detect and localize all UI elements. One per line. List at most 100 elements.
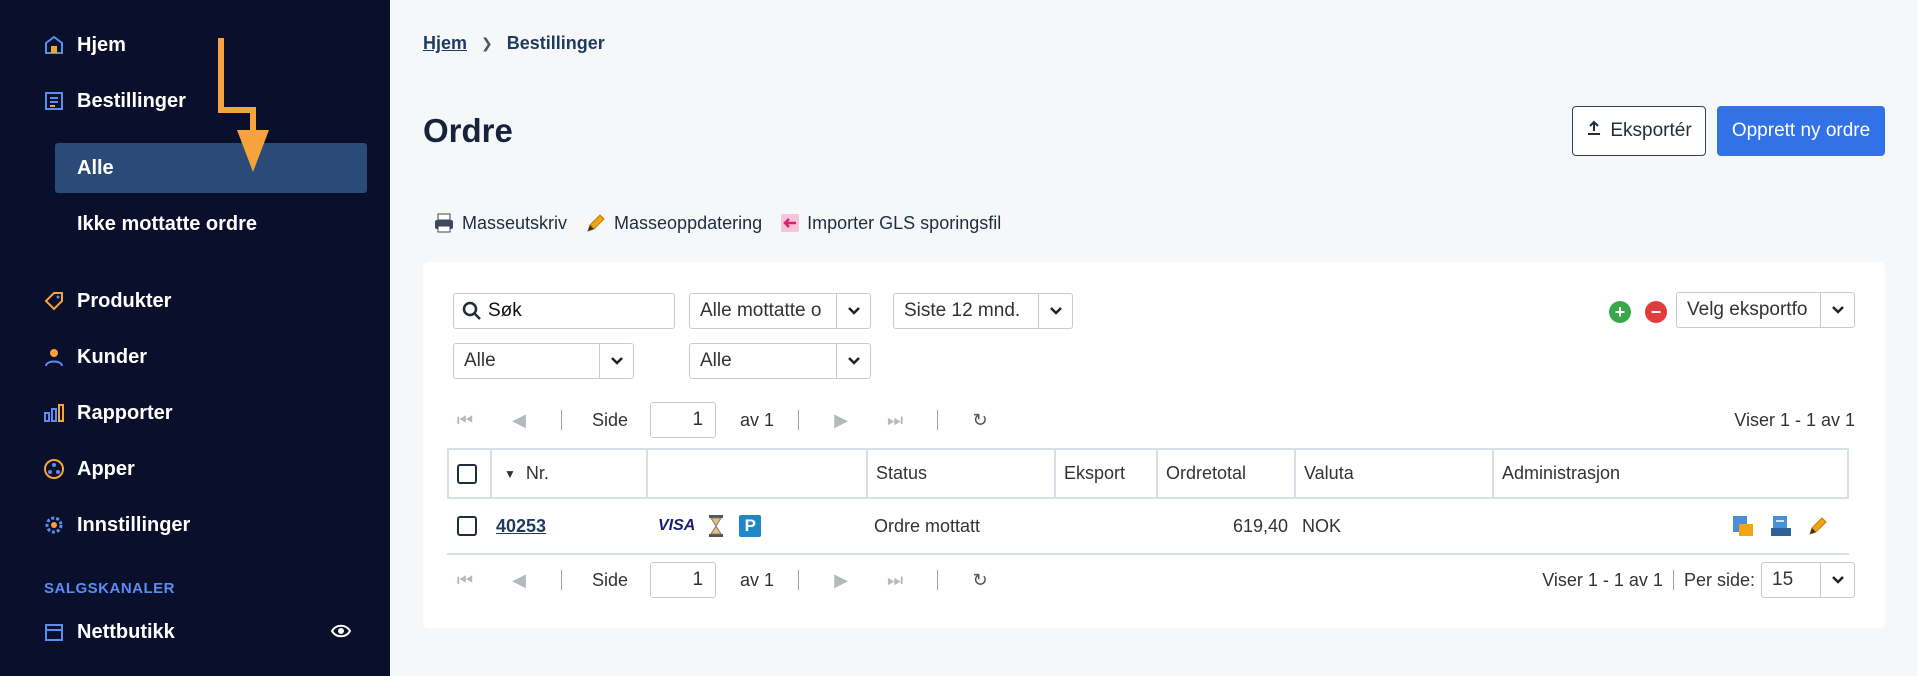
gear-icon: [42, 513, 66, 537]
sidebar-item-rapporter[interactable]: Rapporter: [42, 401, 173, 425]
select-all-checkbox[interactable]: [457, 463, 477, 484]
first-page-icon[interactable]: ⏮: [453, 410, 477, 431]
export-format-value: Velg eksportfo: [1687, 299, 1808, 320]
breadcrumb-home-link[interactable]: Hjem: [423, 33, 467, 54]
sidebar-item-hjem[interactable]: Hjem: [42, 33, 126, 57]
next-page-icon[interactable]: ▶: [829, 570, 853, 591]
pager-summary: Viser 1 - 1 av 1: [1734, 409, 1855, 430]
column-nr-label: Nr.: [525, 463, 549, 483]
column-status[interactable]: Status: [868, 450, 1056, 497]
sidebar-sub-label: Ikke mottatte ordre: [77, 212, 258, 235]
page-number-input[interactable]: 1: [650, 562, 717, 598]
tag-icon: [42, 289, 66, 313]
divider: [937, 570, 939, 590]
per-page-select[interactable]: 15: [1761, 562, 1855, 598]
prev-page-icon[interactable]: ◀: [507, 410, 531, 431]
divider: [561, 570, 562, 590]
sidebar-item-label: Nettbutikk: [77, 620, 175, 643]
annotation-arrow: [218, 38, 269, 172]
first-page-icon[interactable]: ⏮: [453, 570, 477, 591]
page-of-label: av 1: [740, 409, 775, 430]
import-gls-action[interactable]: Importer GLS sporingsfil: [780, 213, 1001, 234]
sidebar-item-nettbutikk[interactable]: Nettbutikk: [42, 620, 175, 644]
page-number-input[interactable]: 1: [650, 402, 717, 438]
export-button[interactable]: Eksportér: [1572, 106, 1706, 156]
breadcrumb-current: Bestillinger: [506, 33, 605, 53]
per-page-label: Per side:: [1683, 569, 1755, 590]
sidebar-item-kunder[interactable]: Kunder: [42, 345, 147, 369]
status-filter-value: Alle mottatte o: [700, 300, 822, 321]
mass-update-label: Masseoppdatering: [614, 212, 763, 233]
column-nr[interactable]: ▼ Nr.: [492, 450, 648, 497]
mass-update-action[interactable]: Masseoppdatering: [585, 212, 762, 234]
status-filter-select[interactable]: Alle mottatte o: [689, 293, 871, 329]
user-icon: [42, 345, 66, 369]
table-row[interactable]: 40253 VISA P Ordre mottatt 619,40 NOK: [447, 499, 1849, 555]
search-input-value: Søk: [488, 300, 522, 321]
mass-print-label: Masseutskriv: [462, 212, 568, 233]
sidebar: Hjem Bestillinger Alle Ikke mottatte ord…: [0, 0, 390, 676]
sidebar-item-produkter[interactable]: Produkter: [42, 289, 171, 313]
column-valuta[interactable]: Valuta: [1296, 450, 1494, 497]
divider: [937, 410, 939, 430]
sidebar-item-bestillinger[interactable]: Bestillinger: [42, 89, 186, 113]
sidebar-sub-ikke-mottatte[interactable]: Ikke mottatte ordre: [55, 199, 367, 249]
sidebar-item-label: Rapporter: [77, 401, 173, 424]
last-page-icon[interactable]: ⏭: [883, 570, 907, 591]
column-administrasjon: Administrasjon: [1494, 450, 1849, 497]
page-title: Ordre: [423, 112, 513, 149]
sidebar-sub-alle[interactable]: Alle: [55, 143, 367, 193]
import-gls-label: Importer GLS sporingsfil: [807, 212, 1002, 233]
refresh-icon[interactable]: ↻: [968, 570, 992, 591]
column-ordretotal[interactable]: Ordretotal: [1158, 450, 1296, 497]
column-eksport-label: Eksport: [1064, 463, 1126, 483]
page-label: Side: [592, 409, 629, 430]
search-icon: [462, 301, 482, 321]
sidebar-item-label: Hjem: [77, 33, 126, 56]
chevron-down-icon: [599, 344, 633, 378]
mass-print-action[interactable]: Masseutskriv: [433, 212, 567, 234]
prev-page-icon[interactable]: ◀: [507, 570, 531, 591]
select-all-cell: [447, 450, 492, 497]
filter-4-value: Alle: [700, 350, 732, 371]
page-of-label: av 1: [740, 569, 775, 590]
store-icon: [42, 620, 66, 644]
period-filter-select[interactable]: Siste 12 mnd.: [893, 293, 1073, 329]
chevron-right-icon: ❯: [481, 35, 493, 51]
row-admin-cell: [1494, 514, 1849, 538]
edit-pencil-icon[interactable]: [1807, 515, 1829, 537]
packing-slip-icon[interactable]: [1731, 514, 1755, 538]
new-order-button[interactable]: Opprett ny ordre: [1717, 106, 1885, 156]
order-number-link[interactable]: 40253: [496, 516, 546, 536]
sidebar-sub-label: Alle: [77, 156, 114, 179]
pager-summary: Viser 1 - 1 av 1: [1542, 569, 1663, 590]
row-checkbox[interactable]: [457, 516, 477, 536]
next-page-icon[interactable]: ▶: [829, 410, 853, 431]
row-nr-cell: 40253: [492, 516, 648, 537]
orders-icon: [42, 89, 66, 113]
filter-select-4[interactable]: Alle: [689, 343, 871, 379]
home-icon: [42, 33, 66, 57]
column-valuta-label: Valuta: [1304, 463, 1354, 483]
print-invoice-icon[interactable]: [1769, 514, 1793, 538]
search-input[interactable]: Søk: [453, 293, 675, 329]
export-format-select[interactable]: Velg eksportfo: [1676, 292, 1855, 328]
last-page-icon[interactable]: ⏭: [883, 410, 907, 431]
sidebar-item-label: Innstillinger: [77, 513, 191, 536]
divider: [798, 570, 800, 590]
column-icons: [648, 450, 868, 497]
refresh-icon[interactable]: ↻: [968, 410, 992, 431]
sidebar-item-apper[interactable]: Apper: [42, 457, 135, 481]
filter-select-3[interactable]: Alle: [453, 343, 634, 379]
table-header: ▼ Nr. Status Eksport Ordretotal Valuta A…: [447, 448, 1849, 499]
divider: [798, 410, 800, 430]
remove-filter-button[interactable]: −: [1645, 301, 1667, 323]
hourglass-icon: [709, 515, 724, 537]
eye-icon[interactable]: [330, 620, 352, 647]
add-filter-button[interactable]: +: [1609, 301, 1631, 323]
per-page-value: 15: [1772, 569, 1794, 590]
chevron-down-icon: [1038, 294, 1072, 328]
column-eksport[interactable]: Eksport: [1056, 450, 1158, 497]
chevron-down-icon: [1820, 293, 1854, 327]
sidebar-item-innstillinger[interactable]: Innstillinger: [42, 513, 190, 537]
